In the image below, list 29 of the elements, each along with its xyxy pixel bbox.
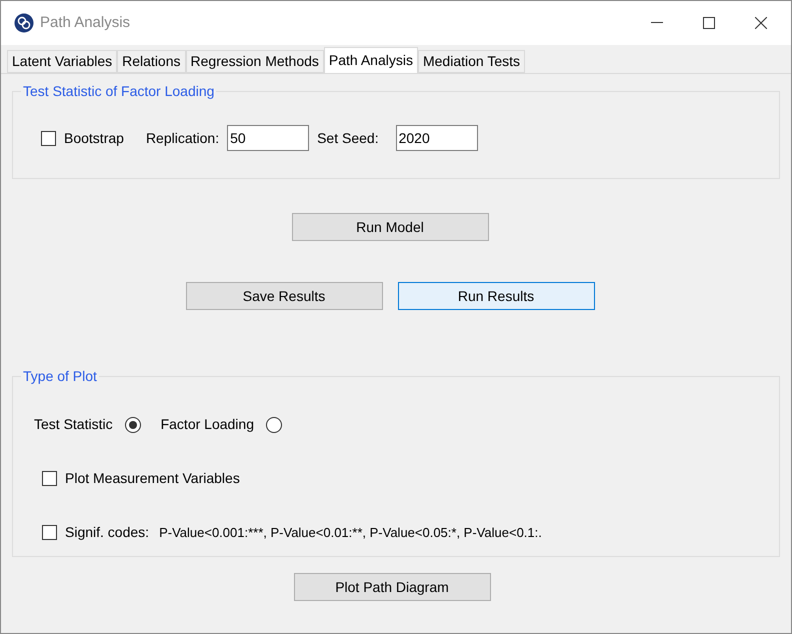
button[interactable]: Run Model bbox=[292, 213, 488, 241]
close-icon[interactable] bbox=[755, 17, 767, 29]
maximize-icon[interactable] bbox=[703, 17, 715, 29]
radio-button[interactable] bbox=[124, 416, 141, 432]
tab[interactable]: Path Analysis bbox=[324, 47, 418, 73]
radio-label: Test Statistic bbox=[34, 415, 113, 434]
radio-button[interactable] bbox=[266, 416, 282, 432]
checkbox[interactable] bbox=[42, 471, 57, 486]
button[interactable]: Run Results bbox=[398, 282, 594, 310]
button[interactable]: Plot Path Diagram bbox=[294, 573, 490, 601]
tab[interactable]: Regression Methods bbox=[186, 50, 324, 73]
checkbox[interactable] bbox=[41, 130, 56, 146]
replication-label: Replication: bbox=[146, 128, 220, 148]
replication-field[interactable]: 50 bbox=[227, 125, 310, 151]
tab[interactable]: Mediation Tests bbox=[418, 50, 525, 73]
window-title: Path Analysis bbox=[40, 12, 130, 33]
minimize-icon[interactable] bbox=[651, 22, 663, 24]
app-logo-icon bbox=[14, 13, 34, 33]
checkbox[interactable] bbox=[42, 525, 57, 540]
seed-label: Set Seed: bbox=[317, 128, 379, 148]
signif-codes-text: P-Value<0.001:***, P-Value<0.01:**, P-Value<0.05:*, P-Value<0.1:. bbox=[159, 524, 542, 542]
seed-field[interactable]: 2020 bbox=[396, 125, 478, 151]
button[interactable]: Save Results bbox=[186, 282, 382, 310]
bootstrap-label: Bootstrap bbox=[64, 128, 124, 148]
checkbox-label: Plot Measurement Variables bbox=[65, 469, 240, 488]
checkbox-label: Signif. codes: bbox=[65, 523, 150, 542]
tab[interactable]: Latent Variables bbox=[7, 50, 118, 73]
tab[interactable]: Relations bbox=[117, 50, 186, 73]
radio-label: Factor Loading bbox=[160, 415, 254, 434]
